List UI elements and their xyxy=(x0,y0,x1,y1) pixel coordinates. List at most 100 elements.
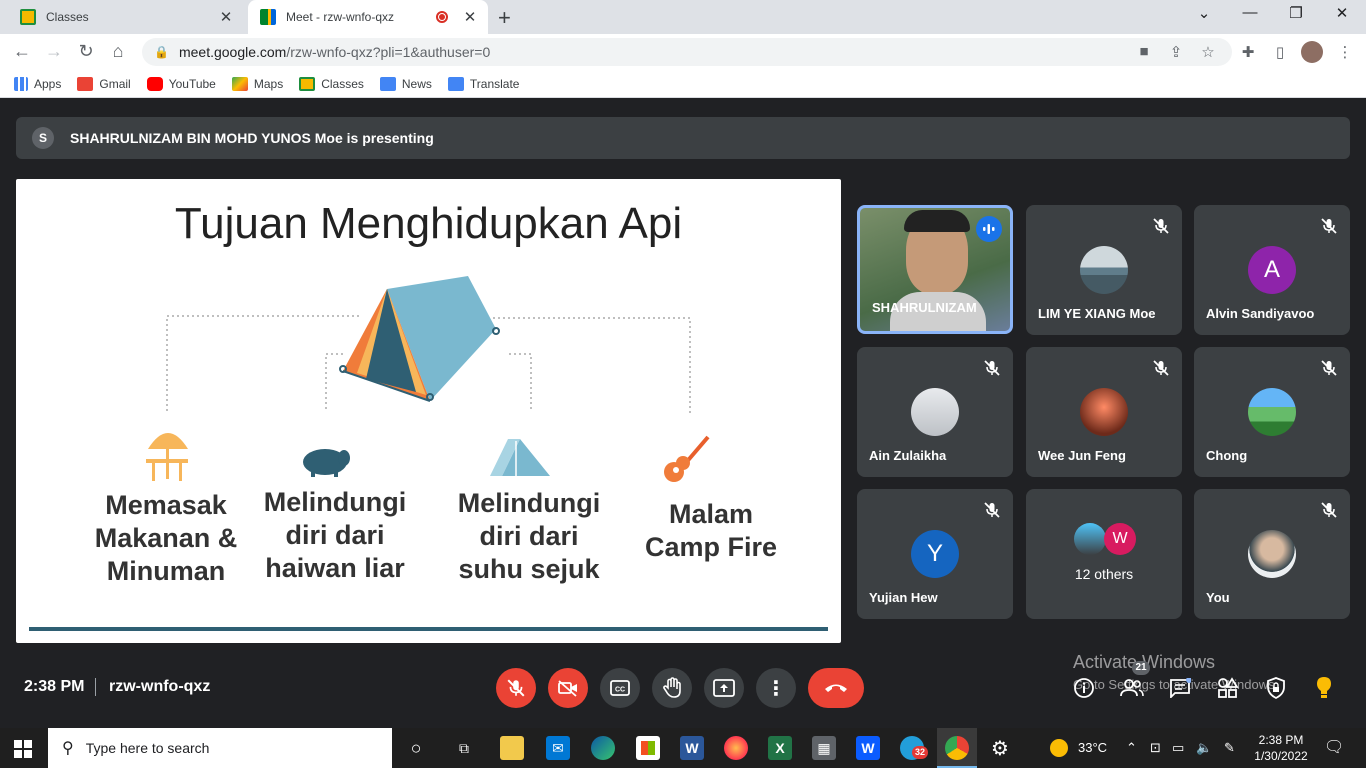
participant-tile[interactable]: LIM YE XIANG Moe xyxy=(1026,205,1182,335)
bookmark-gmail[interactable]: Gmail xyxy=(77,76,131,91)
people-icon[interactable] xyxy=(1120,676,1144,700)
tab-meet[interactable]: Meet - rzw-wnfo-qxz ✕ xyxy=(248,0,488,34)
address-bar[interactable]: 🔒 meet.google.com /rzw-wnfo-qxz?pli=1&au… xyxy=(142,38,1232,66)
search-placeholder: Type here to search xyxy=(85,740,210,756)
bookmark-maps[interactable]: Maps xyxy=(231,76,283,91)
participant-tile[interactable]: SHAHRULNIZAM xyxy=(857,205,1013,334)
webex-icon[interactable]: W xyxy=(856,736,880,760)
forward-icon[interactable]: → xyxy=(42,41,66,62)
edge-icon[interactable] xyxy=(591,736,615,760)
chrome-icon xyxy=(945,736,969,760)
raise-hand-button[interactable] xyxy=(652,668,692,708)
bookmark-star-icon[interactable]: ☆ xyxy=(1197,43,1219,61)
telegram-badge: 32 xyxy=(912,746,929,759)
volume-icon[interactable]: 🔈 xyxy=(1196,740,1212,756)
caption-line: Memasak xyxy=(105,490,227,520)
connector-line-2 xyxy=(325,353,346,409)
participant-tile[interactable]: A Alvin Sandiyavoo xyxy=(1194,205,1350,335)
meet-tray-icon[interactable]: ⊡ xyxy=(1150,740,1161,756)
caption-memasak: Memasak Makanan & Minuman xyxy=(86,489,246,588)
mail-icon[interactable]: ✉ xyxy=(546,736,570,760)
tab-classes[interactable]: Classes ✕ xyxy=(8,0,244,34)
chrome-taskbar-item[interactable] xyxy=(937,728,977,768)
other-avatar: W xyxy=(1104,523,1136,555)
bookmark-translate[interactable]: Translate xyxy=(447,76,519,91)
restore-icon[interactable]: ❐ xyxy=(1276,4,1316,22)
bookmark-classes[interactable]: Classes xyxy=(299,76,364,91)
bookmark-news[interactable]: News xyxy=(379,76,432,91)
telegram-icon[interactable]: 32 xyxy=(900,736,929,760)
participant-tile-others[interactable]: W 12 others xyxy=(1026,489,1182,619)
participant-avatar: A xyxy=(1248,246,1296,294)
participant-tile[interactable]: Y Yujian Hew xyxy=(857,489,1013,619)
profile-avatar[interactable] xyxy=(1301,41,1323,63)
word-icon[interactable]: W xyxy=(680,736,704,760)
home-icon[interactable]: ⌂ xyxy=(106,41,130,62)
connector-line-4 xyxy=(491,317,691,413)
camera-in-use-icon[interactable]: ■ xyxy=(1133,43,1155,60)
chat-icon[interactable] xyxy=(1168,676,1192,700)
firefox-icon[interactable] xyxy=(724,736,748,760)
notifications-icon[interactable]: 🗨 xyxy=(1324,737,1344,757)
bookmark-youtube[interactable]: YouTube xyxy=(146,76,216,91)
share-icon[interactable]: ⇪ xyxy=(1165,43,1187,61)
activities-icon[interactable] xyxy=(1216,676,1240,700)
connector-line-1 xyxy=(166,315,359,411)
cortana-icon[interactable]: ○ xyxy=(404,736,428,760)
close-tab-icon[interactable]: ✕ xyxy=(460,8,480,26)
pen-icon[interactable]: ✎ xyxy=(1224,740,1235,756)
excel-icon[interactable]: X xyxy=(768,736,792,760)
mic-off-icon xyxy=(507,679,525,697)
minimize-icon[interactable]: — xyxy=(1230,4,1270,21)
participant-tile[interactable]: Chong xyxy=(1194,347,1350,477)
more-options-button[interactable]: ⋮ xyxy=(756,668,796,708)
microphone-toggle-button[interactable] xyxy=(496,668,536,708)
participant-tile-self[interactable]: You xyxy=(1194,489,1350,619)
browser-toolbar: ← → ↻ ⌂ 🔒 meet.google.com /rzw-wnfo-qxz?… xyxy=(0,34,1366,70)
lock-icon[interactable]: 🔒 xyxy=(154,45,169,59)
weather-sun-icon[interactable] xyxy=(1050,739,1068,757)
participant-avatar xyxy=(1080,388,1128,436)
settings-gear-icon[interactable]: ⚙ xyxy=(988,736,1012,760)
participant-tile[interactable]: Ain Zulaikha xyxy=(857,347,1013,477)
tab-search-icon[interactable]: ⌄ xyxy=(1184,4,1224,22)
maps-icon xyxy=(231,76,248,91)
leave-call-button[interactable] xyxy=(808,668,864,708)
host-controls-icon[interactable] xyxy=(1264,676,1288,700)
apps-grid-icon xyxy=(14,76,28,91)
tray-overflow-icon[interactable]: ⌃ xyxy=(1126,740,1137,756)
back-icon[interactable]: ← xyxy=(10,41,34,62)
task-view-icon[interactable]: ⧉ xyxy=(452,736,476,760)
gmail-icon xyxy=(77,76,94,91)
participant-name: Wee Jun Feng xyxy=(1038,448,1126,463)
calculator-icon[interactable]: ▦ xyxy=(812,736,836,760)
close-window-icon[interactable]: ✕ xyxy=(1322,4,1362,22)
side-panel-icon[interactable]: ▯ xyxy=(1269,43,1291,61)
bookmark-apps[interactable]: Apps xyxy=(14,76,61,91)
mic-off-icon xyxy=(983,359,1001,377)
participant-name: Ain Zulaikha xyxy=(869,448,947,463)
participant-tile[interactable]: Wee Jun Feng xyxy=(1026,347,1182,477)
battery-icon[interactable]: ▭ xyxy=(1172,740,1184,756)
meeting-time: 2:38 PM xyxy=(24,678,85,695)
file-explorer-icon[interactable] xyxy=(500,736,524,760)
taskbar-clock[interactable]: 2:38 PM 1/30/2022 xyxy=(1252,732,1310,764)
caption-line: Melindungi xyxy=(263,487,407,517)
chrome-menu-icon[interactable]: ⋮ xyxy=(1334,43,1356,61)
temperature[interactable]: 33°C xyxy=(1078,740,1107,755)
clock-time: 2:38 PM xyxy=(1258,733,1304,747)
camera-toggle-button[interactable] xyxy=(548,668,588,708)
new-tab-icon[interactable]: + xyxy=(498,5,511,31)
close-tab-icon[interactable]: ✕ xyxy=(216,8,236,26)
extensions-icon[interactable]: ✚ xyxy=(1237,43,1259,61)
reload-icon[interactable]: ↻ xyxy=(74,41,98,62)
participant-avatar xyxy=(1080,246,1128,294)
windows-start-icon[interactable] xyxy=(14,740,32,758)
captions-button[interactable]: CC xyxy=(600,668,640,708)
present-screen-button[interactable] xyxy=(704,668,744,708)
presenting-text: SHAHRULNIZAM BIN MOHD YUNOS Moe is prese… xyxy=(70,130,434,146)
taskbar-search-box[interactable]: ⚲ Type here to search xyxy=(48,728,392,768)
meeting-info-icon[interactable] xyxy=(1072,676,1096,700)
lightbulb-icon[interactable] xyxy=(1312,676,1336,700)
store-icon[interactable] xyxy=(636,736,660,760)
